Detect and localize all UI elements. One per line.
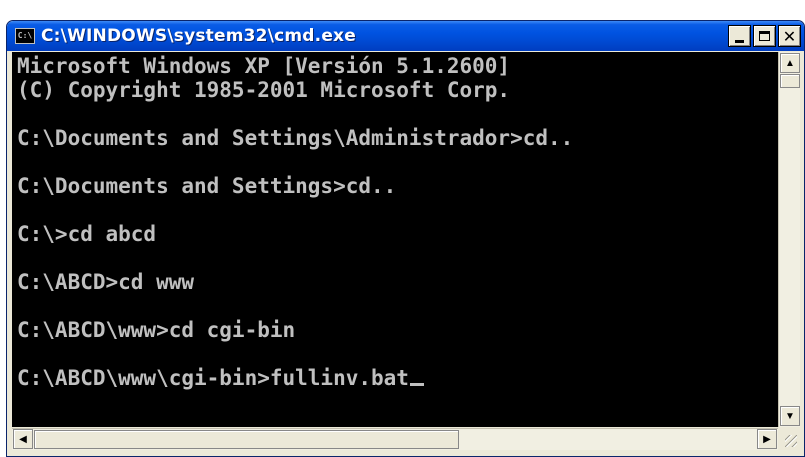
console-line: C:\Documents and Settings\Administrador>… <box>17 126 574 150</box>
resize-grip[interactable] <box>778 428 800 450</box>
scroll-down-button[interactable]: ▼ <box>780 406 800 426</box>
console-line: C:\ABCD\www>cd cgi-bin <box>17 318 296 342</box>
maximize-button[interactable] <box>753 25 776 47</box>
close-icon: ✕ <box>782 26 797 46</box>
title-bar[interactable]: C:\ C:\WINDOWS\system32\cmd.exe ✕ <box>7 21 804 51</box>
close-button[interactable]: ✕ <box>778 25 801 47</box>
maximize-icon <box>759 31 770 41</box>
scroll-up-button[interactable]: ▲ <box>780 53 800 73</box>
cmd-window: C:\ C:\WINDOWS\system32\cmd.exe ✕ Micros… <box>6 20 805 457</box>
vertical-scrollbar[interactable]: ▲ ▼ <box>778 52 800 427</box>
vertical-scroll-thumb[interactable] <box>780 74 800 88</box>
console-line: C:\ABCD>cd www <box>17 270 195 294</box>
console-line: C:\ABCD\www\cgi-bin>fullinv.bat <box>17 366 573 390</box>
minimize-button[interactable] <box>728 25 751 47</box>
cmd-icon[interactable]: C:\ <box>15 28 35 44</box>
console-line: C:\Documents and Settings>cd.. <box>17 174 397 198</box>
console-output[interactable]: Microsoft Windows XP [Versión 5.1.2600](… <box>12 52 778 427</box>
window-title: C:\WINDOWS\system32\cmd.exe <box>41 26 356 46</box>
scroll-right-button[interactable]: ▶ <box>757 429 777 449</box>
text-cursor <box>409 383 424 386</box>
horizontal-scrollbar[interactable]: ◀ ▶ <box>12 428 778 450</box>
down-arrow-icon: ▼ <box>785 410 795 422</box>
horizontal-scroll-thumb[interactable] <box>34 430 459 449</box>
right-arrow-icon: ▶ <box>763 433 771 445</box>
up-arrow-icon: ▲ <box>785 57 795 69</box>
scroll-left-button[interactable]: ◀ <box>13 429 33 449</box>
left-arrow-icon: ◀ <box>19 433 27 445</box>
console-text: Microsoft Windows XP [Versión 5.1.2600](… <box>17 54 573 390</box>
minimize-icon <box>735 39 744 43</box>
console-line: Microsoft Windows XP [Versión 5.1.2600] <box>17 54 511 78</box>
resize-grip-icon <box>785 435 797 447</box>
console-line: C:\>cd abcd <box>17 222 157 246</box>
console-line: (C) Copyright 1985-2001 Microsoft Corp. <box>17 78 511 102</box>
window-controls: ✕ <box>728 25 801 47</box>
